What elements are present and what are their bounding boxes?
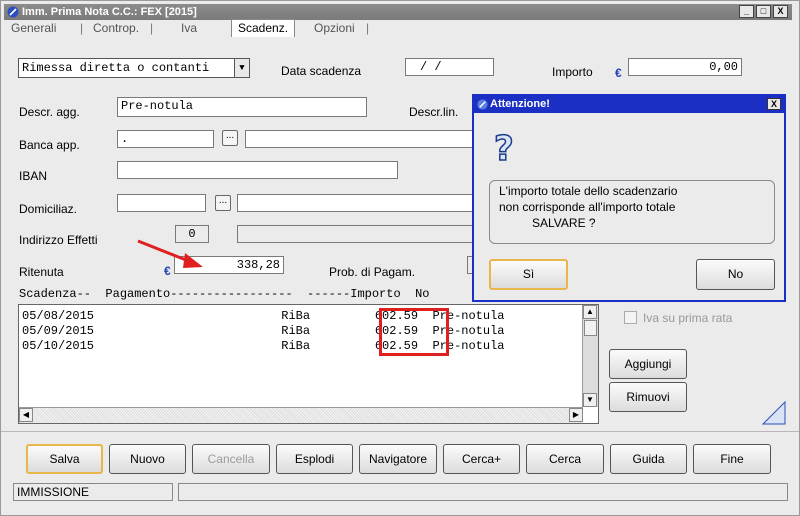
domiciliaz-lookup-button[interactable]: ... bbox=[215, 195, 231, 211]
attention-dialog: Attenzione! X ? L'importo totale dello s… bbox=[472, 94, 786, 302]
vertical-scrollbar[interactable]: ▲ ▼ bbox=[582, 305, 598, 407]
descr-agg-field[interactable]: Pre-notula bbox=[117, 97, 367, 117]
list-header: Scadenza-- Pagamento----------------- --… bbox=[19, 287, 430, 301]
navigatore-button[interactable]: Navigatore bbox=[359, 444, 437, 474]
payment-type-value: Rimessa diretta o contanti bbox=[22, 61, 210, 75]
horizontal-scrollbar[interactable]: ◀ ▶ bbox=[19, 407, 583, 423]
domiciliaz-descr-field[interactable] bbox=[237, 194, 475, 212]
status-message bbox=[178, 483, 788, 501]
descr-lin-label: Descr.lin. bbox=[409, 105, 459, 119]
banca-descr-field[interactable] bbox=[245, 130, 475, 148]
data-scadenza-label: Data scadenza bbox=[281, 64, 362, 78]
question-icon: ? bbox=[493, 129, 514, 169]
iva-prima-rata-label: Iva su prima rata bbox=[643, 311, 733, 325]
dialog-message-line: SALVARE ? bbox=[532, 216, 596, 230]
banca-app-field[interactable]: . bbox=[117, 130, 214, 148]
dialog-title-bar: Attenzione! X bbox=[474, 96, 784, 113]
scroll-up-icon[interactable]: ▲ bbox=[583, 305, 597, 319]
importo-field[interactable]: 0,00 bbox=[628, 58, 742, 76]
divider bbox=[1, 431, 799, 432]
chevron-down-icon[interactable]: ▼ bbox=[234, 59, 249, 77]
tab-iva[interactable]: Iva bbox=[181, 21, 197, 35]
si-button[interactable]: Sì bbox=[489, 259, 568, 290]
fine-button[interactable]: Fine bbox=[693, 444, 771, 474]
scadenze-list[interactable]: 05/08/2015 RiBa 602.59 Pre-notula 05/09/… bbox=[18, 304, 599, 424]
cerca-plus-button[interactable]: Cerca+ bbox=[443, 444, 520, 474]
descr-agg-label: Descr. agg. bbox=[19, 105, 80, 119]
scroll-left-icon[interactable]: ◀ bbox=[19, 408, 33, 422]
scroll-thumb[interactable] bbox=[584, 320, 597, 336]
indirizzo-effetti-label: Indirizzo Effetti bbox=[19, 233, 98, 247]
tab-separator: | bbox=[366, 21, 370, 35]
red-arrow-annotation bbox=[137, 239, 203, 268]
iva-prima-rata-checkbox[interactable] bbox=[624, 311, 637, 324]
domiciliaz-field[interactable] bbox=[117, 194, 206, 212]
tab-separator: | bbox=[150, 21, 154, 35]
domiciliaz-label: Domiciliaz. bbox=[19, 202, 78, 216]
aggiungi-button[interactable]: Aggiungi bbox=[609, 349, 687, 379]
rimuovi-button[interactable]: Rimuovi bbox=[609, 382, 687, 412]
esplodi-button[interactable]: Esplodi bbox=[276, 444, 353, 474]
iban-field[interactable] bbox=[117, 161, 398, 179]
cancella-button: Cancella bbox=[192, 444, 270, 474]
scroll-right-icon[interactable]: ▶ bbox=[569, 408, 583, 422]
ritenuta-label: Ritenuta bbox=[19, 265, 64, 279]
salva-button[interactable]: Salva bbox=[26, 444, 103, 474]
banca-app-label: Banca app. bbox=[19, 138, 80, 152]
dialog-message-line: L'importo totale dello scadenzario bbox=[499, 184, 678, 198]
app-icon bbox=[7, 6, 19, 18]
main-window: Imm. Prima Nota C.C.: FEX [2015] _ □ X G… bbox=[0, 0, 800, 516]
importo-label: Importo bbox=[552, 65, 593, 79]
maximize-button[interactable]: □ bbox=[756, 5, 771, 18]
app-icon bbox=[477, 99, 488, 110]
tab-bar: Generali | Controp. | Iva Scadenz. Opzio… bbox=[4, 19, 792, 38]
iban-label: IBAN bbox=[19, 169, 48, 183]
banca-lookup-button[interactable]: ... bbox=[222, 130, 238, 146]
minimize-button[interactable]: _ bbox=[739, 5, 754, 18]
dialog-title: Attenzione! bbox=[490, 98, 550, 110]
cerca-button[interactable]: Cerca bbox=[526, 444, 604, 474]
close-button[interactable]: X bbox=[773, 5, 788, 18]
dialog-message-line: non corrisponde all'importo totale bbox=[499, 200, 676, 214]
nuovo-button[interactable]: Nuovo bbox=[109, 444, 186, 474]
window-title: Imm. Prima Nota C.C.: FEX [2015] bbox=[22, 6, 197, 18]
tab-scadenz[interactable]: Scadenz. bbox=[231, 19, 296, 37]
tab-generali[interactable]: Generali bbox=[11, 21, 56, 35]
dialog-close-button[interactable]: X bbox=[767, 98, 781, 110]
tab-separator: | bbox=[80, 21, 84, 35]
payment-type-select[interactable]: Rimessa diretta o contanti ▼ bbox=[18, 58, 250, 78]
guida-button[interactable]: Guida bbox=[610, 444, 687, 474]
no-button[interactable]: No bbox=[696, 259, 775, 290]
scroll-down-icon[interactable]: ▼ bbox=[583, 393, 597, 407]
euro-icon: € bbox=[615, 66, 622, 80]
title-bar: Imm. Prima Nota C.C.: FEX [2015] _ □ X bbox=[4, 4, 792, 20]
status-mode: IMMISSIONE bbox=[13, 483, 173, 501]
data-scadenza-field[interactable]: / / bbox=[405, 58, 494, 76]
tab-opzioni[interactable]: Opzioni bbox=[314, 21, 355, 35]
indirizzo-descr-field bbox=[237, 225, 475, 243]
window-buttons: _ □ X bbox=[739, 5, 788, 18]
prob-pagam-label: Prob. di Pagam. bbox=[329, 265, 416, 279]
tab-controp[interactable]: Controp. bbox=[93, 21, 139, 35]
resize-corner-icon[interactable] bbox=[762, 401, 786, 425]
importo-highlight-box bbox=[379, 308, 449, 356]
dialog-message-box: L'importo totale dello scadenzario non c… bbox=[489, 180, 775, 244]
